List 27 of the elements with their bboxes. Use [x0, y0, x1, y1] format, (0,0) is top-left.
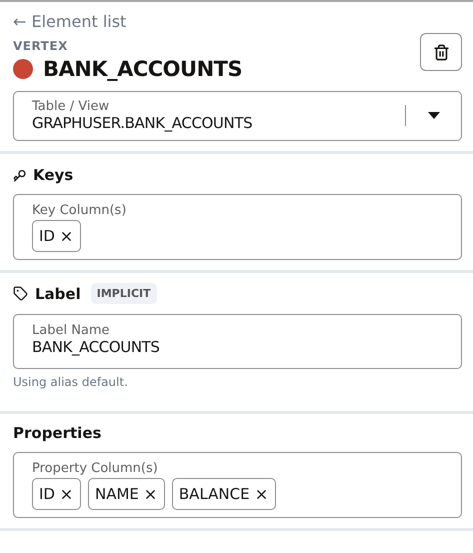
chip-label: ID: [39, 485, 55, 503]
field-label: Property Column(s): [32, 461, 158, 476]
label-name-field[interactable]: Label Name BANK_ACCOUNTS: [13, 314, 462, 369]
chip-label: NAME: [94, 485, 139, 503]
section-heading: Keys: [33, 166, 74, 184]
table-view-select[interactable]: Table / View GRAPHUSER.BANK_ACCOUNTS: [13, 91, 462, 141]
multi-select-field[interactable]: Key Column(s) ID: [13, 194, 462, 260]
multi-select-field[interactable]: Property Column(s) ID NAME BALANCE: [13, 452, 462, 518]
trash-icon: [432, 44, 450, 60]
section-heading: Properties: [13, 424, 102, 442]
delete-button[interactable]: [420, 33, 462, 71]
field-label: Table / View: [32, 99, 110, 114]
element-title: BANK_ACCOUNTS: [43, 57, 242, 81]
chip-label: ID: [39, 227, 55, 245]
field-value: GRAPHUSER.BANK_ACCOUNTS: [32, 114, 252, 132]
chip-label: BALANCE: [178, 485, 250, 503]
implicit-badge: IMPLICIT: [90, 283, 157, 304]
field-value: BANK_ACCOUNTS: [32, 338, 160, 356]
back-link[interactable]: ← Element list: [13, 12, 126, 31]
field-label: Label Name: [32, 323, 110, 338]
element-type: VERTEX: [13, 39, 69, 53]
tag-icon: [13, 286, 28, 301]
helper-text: Using alias default.: [13, 375, 129, 389]
caret-icon: [428, 112, 440, 119]
field-label: Key Column(s): [32, 203, 126, 218]
key-icon: [13, 168, 26, 182]
section-heading: Label: [35, 284, 81, 302]
